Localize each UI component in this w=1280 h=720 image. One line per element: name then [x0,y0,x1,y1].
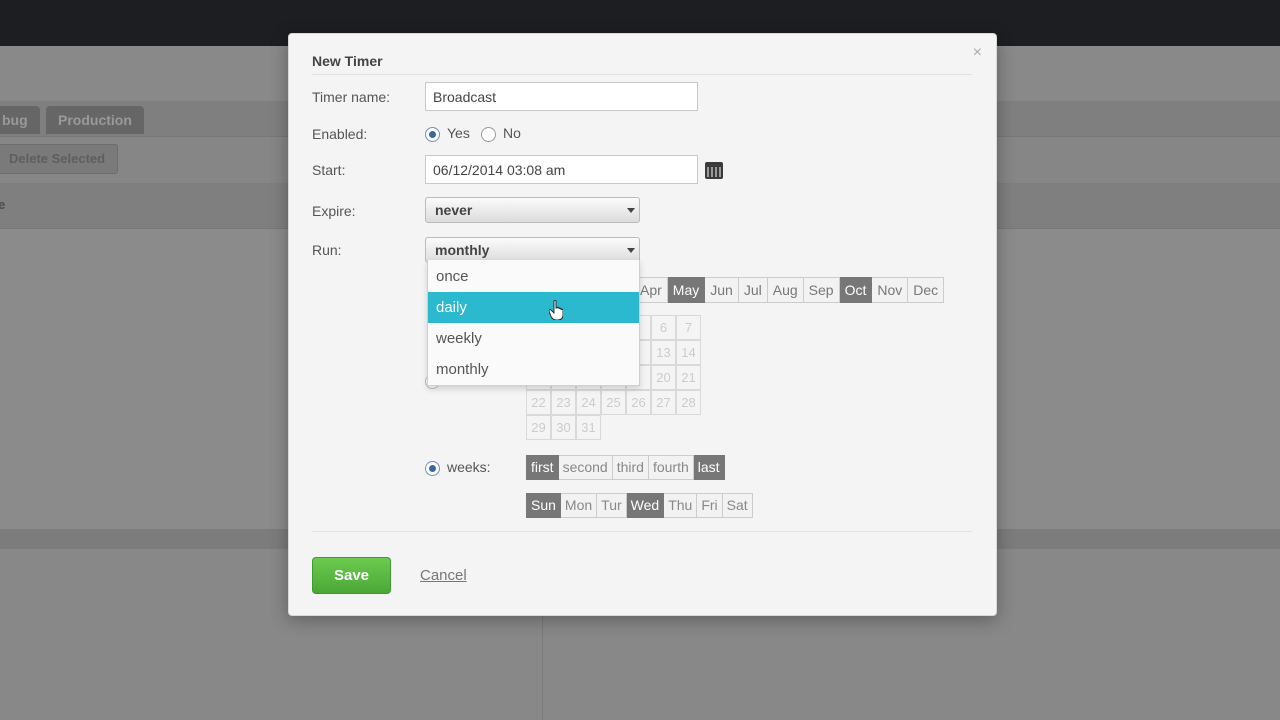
timer-name-label: Timer name: [312,89,391,105]
timer-name-input[interactable] [425,82,698,111]
start-datetime-input[interactable] [425,155,698,184]
footer-divider [312,531,972,532]
day-cell[interactable]: 30 [551,415,576,440]
title-divider [312,74,972,75]
day-cell[interactable]: 13 [651,340,676,365]
close-icon[interactable]: × [973,44,982,62]
chevron-down-icon [627,248,635,253]
enabled-yes-radio[interactable] [425,127,440,142]
day-cell[interactable]: 23 [551,390,576,415]
month-sep[interactable]: Sep [803,277,840,303]
expire-select-value: never [435,202,473,218]
week-option-first[interactable]: first [526,455,559,480]
start-label: Start: [312,162,346,178]
weekday-option-fri[interactable]: Fri [697,493,723,518]
dialog-title: New Timer [312,53,383,69]
weekday-option-wed[interactable]: Wed [626,493,665,518]
background-delete-selected-button: Delete Selected [0,144,119,174]
run-option-weekly[interactable]: weekly [428,323,639,354]
background-tab-production: Production [46,106,144,134]
run-select-value: monthly [435,242,490,258]
expire-select[interactable]: never [425,197,640,223]
day-cell[interactable]: 28 [676,390,701,415]
save-button[interactable]: Save [312,557,391,594]
background-header-text: e [0,197,6,212]
day-cell[interactable]: 7 [676,315,701,340]
chevron-down-icon [627,208,635,213]
run-label: Run: [312,242,342,258]
enabled-yes-label: Yes [447,125,470,141]
enabled-no-radio[interactable] [481,127,496,142]
week-ordinal-selector: first second third fourth last [526,455,725,480]
run-option-monthly[interactable]: monthly [428,354,639,385]
week-option-second[interactable]: second [558,455,613,480]
day-cell[interactable]: 31 [576,415,601,440]
month-jul[interactable]: Jul [738,277,768,303]
run-option-once[interactable]: once [428,261,639,292]
month-aug[interactable]: Aug [767,277,804,303]
month-may[interactable]: May [667,277,706,303]
weekday-option-tur[interactable]: Tur [597,493,627,518]
week-option-last[interactable]: last [693,455,725,480]
calendar-icon[interactable] [705,162,723,179]
cancel-link[interactable]: Cancel [420,567,467,584]
expire-label: Expire: [312,203,356,219]
weekday-option-sat[interactable]: Sat [722,493,753,518]
day-cell[interactable]: 25 [601,390,626,415]
weekday-option-thu[interactable]: Thu [664,493,698,518]
background-tab-debug: bug [0,106,40,134]
week-option-third[interactable]: third [612,455,649,480]
enabled-label: Enabled: [312,126,368,142]
day-cell[interactable]: 27 [651,390,676,415]
week-option-fourth[interactable]: fourth [648,455,694,480]
run-dropdown-list: once daily weekly monthly [427,260,640,386]
month-jun[interactable]: Jun [705,277,739,303]
new-timer-dialog: New Timer × Timer name: Enabled: Yes No … [288,33,997,616]
month-oct[interactable]: Oct [839,277,873,303]
day-cell[interactable]: 21 [676,365,701,390]
month-selector: Apr May Jun Jul Aug Sep Oct Nov Dec [635,277,945,303]
weeks-radio[interactable] [425,461,440,476]
weekday-option-mon[interactable]: Mon [560,493,598,518]
weekday-option-sun[interactable]: Sun [526,493,561,518]
day-cell[interactable]: 24 [576,390,601,415]
day-cell[interactable]: 14 [676,340,701,365]
run-option-daily[interactable]: daily [428,292,639,323]
day-cell[interactable]: 22 [526,390,551,415]
enabled-no-label: No [503,125,521,141]
day-cell[interactable]: 6 [651,315,676,340]
month-nov[interactable]: Nov [872,277,909,303]
weeks-label: weeks: [447,459,491,475]
day-cell[interactable]: 29 [526,415,551,440]
day-cell[interactable]: 20 [651,365,676,390]
hand-pointer-icon [549,300,563,320]
month-dec[interactable]: Dec [908,277,945,303]
weekday-selector: Sun Mon Tur Wed Thu Fri Sat [526,493,753,518]
day-cell[interactable]: 26 [626,390,651,415]
